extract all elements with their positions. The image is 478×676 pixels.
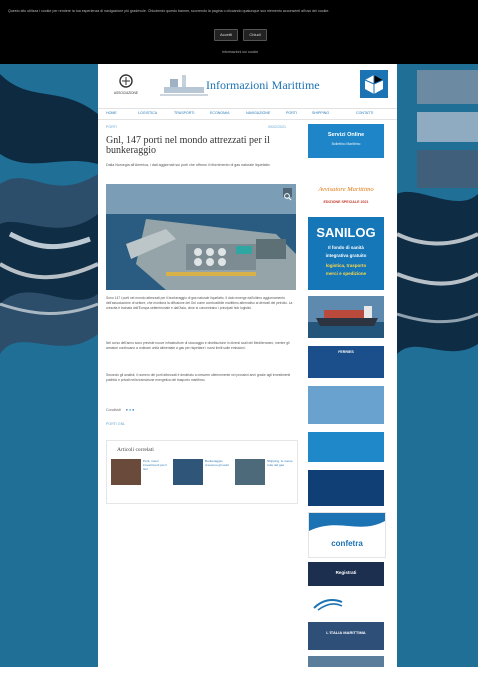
related-link[interactable]: Porti, nuovi investimenti per il Gnl <box>143 459 169 471</box>
linkedin-icon[interactable]: ● <box>132 408 134 412</box>
main-page: ASSOCIAZIONE Informazioni Marittime HOME… <box>98 64 397 676</box>
breadcrumb[interactable]: PORTI <box>106 125 117 129</box>
related-thumb[interactable] <box>235 459 265 485</box>
page-bottom-strip <box>0 667 478 676</box>
italia-marittima-banner[interactable]: L'ITALIA MARITTIMA <box>308 622 384 650</box>
ferries-title: FERRIES <box>338 350 354 354</box>
accept-cookie-button[interactable]: Accetti <box>214 29 238 41</box>
confetra-wave-icon <box>309 513 385 531</box>
nav-item-contatti[interactable]: CONTATTI <box>356 111 373 115</box>
italia-marittima-title: L'ITALIA MARITTIMA <box>326 630 366 635</box>
nav-item-navigazione[interactable]: NAVIGAZIONE <box>246 111 270 115</box>
cube-logo-icon <box>360 70 388 98</box>
zoom-icon[interactable] <box>283 188 292 201</box>
article-paragraph: Nel corso dell'anno sono previste nuove … <box>106 341 290 350</box>
registration-button-label: Registrati <box>335 570 357 575</box>
daily-banner[interactable] <box>308 470 384 506</box>
related-articles: Articoli correlati Porti, nuovi investim… <box>106 440 298 504</box>
container-ship-image <box>308 296 384 338</box>
article-title: Gnl, 147 porti nel mondo attrezzati per … <box>106 135 270 156</box>
nav-item-economia[interactable]: ECONOMIA <box>210 111 230 115</box>
port-aerial-image <box>106 184 296 290</box>
cookie-text: Questo sito utilizza i cookie per render… <box>8 9 330 13</box>
cookie-banner: Questo sito utilizza i cookie per render… <box>0 0 478 64</box>
article-tag[interactable]: PORTI GNL <box>106 422 125 426</box>
nav-item-porti[interactable]: PORTI <box>286 111 297 115</box>
related-thumb[interactable] <box>111 459 141 485</box>
share-label: Condividi <box>106 408 121 412</box>
related-thumb[interactable] <box>173 459 203 485</box>
nav-item-logistica[interactable]: LOGISTICA <box>138 111 157 115</box>
sanilog-line: logistica, trasporto <box>325 263 367 268</box>
cookie-info-link[interactable]: Informazioni sui cookie <box>200 50 280 54</box>
association-logo[interactable]: ASSOCIAZIONE <box>106 71 146 99</box>
related-link[interactable]: Bunkeraggio, crescono gli scali <box>205 459 231 467</box>
logo-text: ASSOCIAZIONE <box>114 91 138 95</box>
background-right <box>397 64 478 676</box>
sanilog-title: SANILOG <box>316 225 376 240</box>
article-subtitle: Dalla Norvegia all'America, i dati aggio… <box>106 163 270 167</box>
twitter-icon[interactable]: ● <box>129 408 131 412</box>
nav-item-home[interactable]: HOME <box>106 111 117 115</box>
article-hero-image[interactable] <box>106 184 296 290</box>
site-title[interactable]: Informazioni Marittime <box>206 78 320 93</box>
bollettino-title: Avvisatore Marittimo <box>318 186 374 193</box>
cruise-banner[interactable] <box>308 386 384 424</box>
port-authority-logo-icon <box>313 599 343 611</box>
facebook-icon[interactable]: ● <box>126 408 128 412</box>
services-subtitle: Bollettino Marittimo <box>331 142 361 146</box>
bollettino-subtitle: EDIZIONE SPECIALE 2021 <box>323 200 369 204</box>
related-link[interactable]: Shipping, le nuove rotte del gas <box>267 459 293 467</box>
ship-illustration-icon <box>160 75 208 96</box>
ship-banner[interactable] <box>308 296 384 338</box>
article-date: 09/02/2021 <box>268 125 286 129</box>
close-cookie-button[interactable]: Chiudi <box>243 29 267 41</box>
sanilog-line: merci e spedizione <box>325 271 367 276</box>
confetra-banner[interactable]: confetra <box>308 512 386 558</box>
registration-banner[interactable]: Registrati <box>308 562 384 586</box>
shipping-banner[interactable] <box>308 432 384 462</box>
site-header: ASSOCIAZIONE Informazioni Marittime <box>98 64 397 106</box>
bollettino-banner[interactable]: Avvisatore Marittimo EDIZIONE SPECIALE 2… <box>308 176 384 212</box>
main-navigation: HOME LOGISTICA TRASPORTI ECONOMIA NAVIGA… <box>98 108 397 120</box>
services-online-banner[interactable]: Servizi Online Bollettino Marittimo <box>308 124 384 158</box>
wave-decoration-left <box>0 64 98 676</box>
background-left <box>0 64 98 676</box>
services-title: Servizi Online <box>327 132 365 138</box>
related-title: Articoli correlati <box>117 447 154 453</box>
article-paragraph: Sono 147 i porti nel mondo attrezzati pe… <box>106 296 293 310</box>
ferries-banner[interactable]: FERRIES <box>308 346 384 378</box>
sanilog-line: Il fondo di sanità <box>328 245 364 250</box>
nav-item-shipping[interactable]: SHIPPING <box>312 111 329 115</box>
confetra-logo-text: confetra <box>331 539 363 548</box>
wave-decoration-right <box>397 64 478 676</box>
sanilog-banner[interactable]: SANILOG Il fondo di sanità integrativa g… <box>308 217 384 290</box>
sanilog-line: integrativa gratuito <box>325 253 367 258</box>
article-paragraph: Secondo gli analisti, il numero dei port… <box>106 373 291 382</box>
port-authority-banner[interactable] <box>308 592 384 616</box>
nav-item-trasporti[interactable]: TRASPORTI <box>174 111 195 115</box>
share-bar: Condividi ● ● ● <box>106 408 134 412</box>
